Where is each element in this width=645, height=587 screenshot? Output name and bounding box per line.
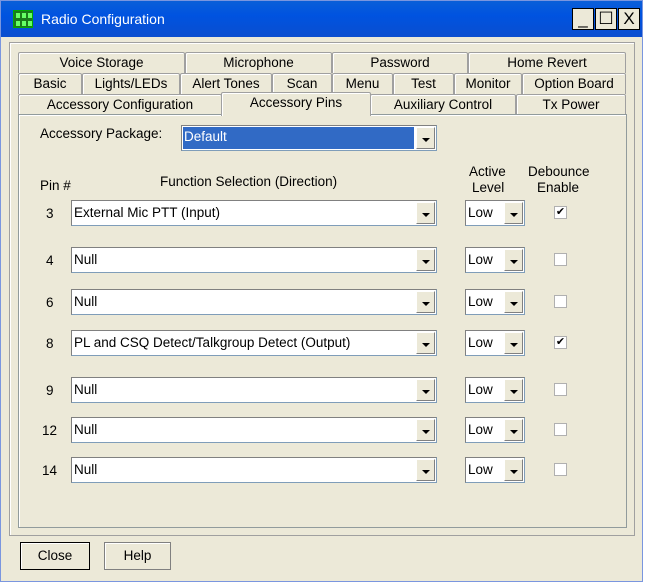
accessory-package-label: Accessory Package: [40, 126, 163, 141]
chevron-down-icon[interactable] [416, 202, 435, 224]
chevron-down-icon[interactable] [504, 379, 523, 401]
chevron-down-icon[interactable] [504, 419, 523, 441]
level-header: Level [472, 180, 505, 195]
chevron-down-icon[interactable] [504, 249, 523, 271]
pin-number: 8 [46, 336, 54, 351]
function-value: External Mic PTT (Input) [74, 205, 221, 220]
debounce-checkbox[interactable]: ✔ [554, 336, 567, 349]
tab-test[interactable]: Test [393, 73, 454, 94]
active-level-value: Low [468, 252, 493, 267]
title-bar: Radio Configuration _ ☐ X [1, 1, 642, 37]
pin-number: 12 [42, 423, 58, 438]
tab-accessory-pins[interactable]: Accessory Pins [221, 92, 371, 116]
function-value: Null [74, 422, 98, 437]
active-level-dropdown[interactable]: Low [465, 330, 525, 356]
active-header: Active [469, 164, 506, 179]
active-level-dropdown[interactable]: Low [465, 247, 525, 273]
pin-number: 9 [46, 383, 54, 398]
chevron-down-icon[interactable] [416, 419, 435, 441]
active-level-value: Low [468, 382, 493, 397]
maximize-button[interactable]: ☐ [595, 8, 617, 30]
chevron-down-icon[interactable] [504, 291, 523, 313]
active-level-value: Low [468, 205, 493, 220]
debounce-checkbox[interactable] [554, 423, 567, 436]
active-level-dropdown[interactable]: Low [465, 377, 525, 403]
pin-number: 4 [46, 253, 54, 268]
tab-basic[interactable]: Basic [18, 73, 82, 94]
minimize-button[interactable]: _ [572, 8, 594, 30]
debounce-checkbox[interactable] [554, 253, 567, 266]
function-value: Null [74, 382, 98, 397]
function-dropdown[interactable]: Null [71, 457, 437, 483]
function-dropdown[interactable]: External Mic PTT (Input) [71, 200, 437, 226]
function-dropdown[interactable]: Null [71, 247, 437, 273]
active-level-value: Low [468, 462, 493, 477]
tab-menu[interactable]: Menu [332, 73, 393, 94]
tab-auxiliary-control[interactable]: Auxiliary Control [370, 94, 516, 115]
close-button[interactable]: Close [20, 542, 90, 570]
function-dropdown[interactable]: PL and CSQ Detect/Talkgroup Detect (Outp… [71, 330, 437, 356]
tab-tx-power[interactable]: Tx Power [516, 94, 626, 115]
active-level-dropdown[interactable]: Low [465, 289, 525, 315]
function-dropdown[interactable]: Null [71, 289, 437, 315]
chevron-down-icon[interactable] [416, 379, 435, 401]
debounce-checkbox[interactable] [554, 463, 567, 476]
function-value: Null [74, 252, 98, 267]
enable-header: Enable [537, 180, 580, 195]
tab-voice-storage[interactable]: Voice Storage [18, 52, 185, 73]
function-value: Null [74, 462, 98, 477]
tab-accessory-configuration[interactable]: Accessory Configuration [18, 94, 222, 115]
chevron-down-icon[interactable] [504, 459, 523, 481]
function-value: Null [74, 294, 98, 309]
chevron-down-icon[interactable] [416, 332, 435, 354]
active-level-value: Low [468, 422, 493, 437]
pin-header: Pin # [40, 178, 71, 193]
help-button[interactable]: Help [104, 542, 171, 570]
active-level-dropdown[interactable]: Low [465, 457, 525, 483]
close-window-button[interactable]: X [618, 8, 640, 30]
app-icon [13, 10, 33, 28]
chevron-down-icon[interactable] [504, 202, 523, 224]
function-header: Function Selection (Direction) [160, 174, 338, 189]
active-level-dropdown[interactable]: Low [465, 200, 525, 226]
pin-number: 3 [46, 206, 54, 221]
pin-number: 14 [42, 463, 58, 478]
tab-scan[interactable]: Scan [272, 73, 332, 94]
tab-lights-leds[interactable]: Lights/LEDs [82, 73, 180, 94]
active-level-value: Low [468, 294, 493, 309]
tab-monitor[interactable]: Monitor [454, 73, 522, 94]
window-title: Radio Configuration [41, 11, 165, 27]
accessory-package-dropdown[interactable]: Default [181, 125, 437, 151]
chevron-down-icon[interactable] [416, 127, 435, 149]
debounce-header: Debounce [528, 164, 590, 179]
function-dropdown[interactable]: Null [71, 377, 437, 403]
pin-number: 6 [46, 295, 54, 310]
active-level-value: Low [468, 335, 493, 350]
chevron-down-icon[interactable] [416, 291, 435, 313]
tab-home-revert[interactable]: Home Revert [468, 52, 626, 73]
function-dropdown[interactable]: Null [71, 417, 437, 443]
debounce-checkbox[interactable]: ✔ [554, 206, 567, 219]
tab-option-board[interactable]: Option Board [522, 73, 626, 94]
tab-microphone[interactable]: Microphone [185, 52, 332, 73]
function-value: PL and CSQ Detect/Talkgroup Detect (Outp… [74, 335, 351, 350]
active-level-dropdown[interactable]: Low [465, 417, 525, 443]
tab-password[interactable]: Password [332, 52, 468, 73]
accessory-package-value: Default [183, 127, 414, 149]
debounce-checkbox[interactable] [554, 383, 567, 396]
tab-alert-tones[interactable]: Alert Tones [180, 73, 272, 94]
chevron-down-icon[interactable] [504, 332, 523, 354]
debounce-checkbox[interactable] [554, 295, 567, 308]
chevron-down-icon[interactable] [416, 459, 435, 481]
chevron-down-icon[interactable] [416, 249, 435, 271]
